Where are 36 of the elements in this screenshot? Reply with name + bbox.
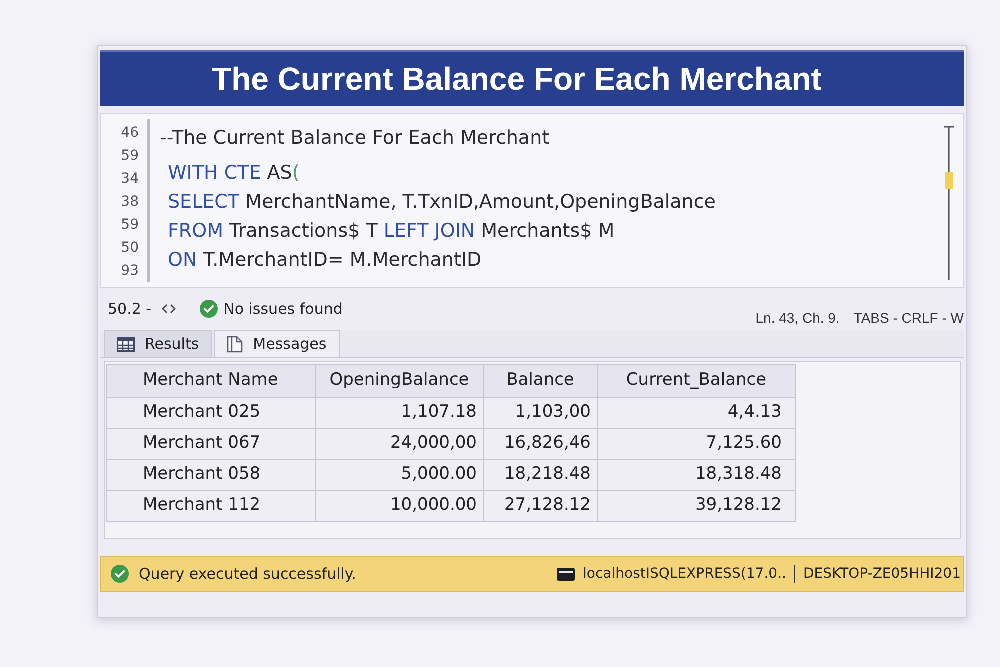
column-header[interactable]: OpeningBalance: [316, 364, 484, 398]
editor-format: TABS - CRLF - W: [854, 309, 964, 328]
code-line: SELECT MerchantName, T.TxnID,Amount,OpeningBalance: [167, 190, 716, 215]
server-name: localhostISQLEXPRESS(17.0..: [583, 564, 786, 584]
cursor-position: Ln. 43, Ch. 9.: [756, 309, 840, 328]
line-number: 46: [121, 124, 139, 143]
issues-status: No issues found: [224, 299, 343, 320]
zoom-level[interactable]: 50.2 -: [108, 298, 152, 320]
column-header[interactable]: Merchant Name: [106, 364, 316, 398]
table-cell: 27,128.12: [484, 490, 598, 522]
table-cell: 39,128.12: [598, 490, 796, 522]
result-tab[interactable]: Messages: [214, 330, 340, 357]
scrollbar[interactable]: [943, 126, 955, 281]
code-line: FROM Transactions$ T LEFT JOIN Merchants$ M: [167, 219, 616, 244]
code-line: WITH CTE AS(: [167, 161, 301, 186]
panel-title: The Current Balance For Each Merchant: [212, 60, 823, 99]
line-number: 34: [121, 170, 139, 189]
line-number: 93: [121, 262, 139, 281]
line-number: 38: [121, 193, 139, 212]
machine-name: DESKTOP-ZE05HHI201: [803, 564, 961, 584]
check-circle-icon: [200, 300, 218, 318]
line-number: 59: [121, 216, 139, 235]
grid-table-icon: [117, 336, 135, 352]
result-tab[interactable]: Results: [104, 330, 212, 357]
line-number: 59: [121, 147, 139, 166]
code-line: --The Current Balance For Each Merchant: [160, 126, 551, 151]
column-header[interactable]: Current_Balance: [598, 364, 796, 398]
server-icon: [557, 568, 576, 580]
line-number: 50: [121, 239, 139, 258]
status-message: Query executed successfully.: [139, 564, 356, 585]
document-icon: [227, 336, 244, 352]
table-cell: 10,000.00: [316, 490, 484, 522]
code-line: ON T.MerchantID= M.MerchantID: [167, 248, 483, 273]
check-circle-icon: [111, 565, 129, 583]
chevrons-icon: [162, 304, 176, 314]
table-cell: Merchant 112: [106, 490, 316, 522]
